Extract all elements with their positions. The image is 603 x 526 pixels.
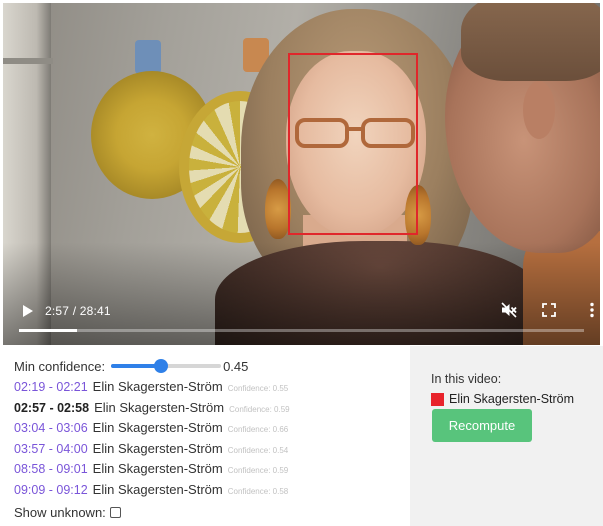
occurrence-row: 03:04 - 03:06 Elin Skagersten-Ström Conf… [14, 420, 412, 441]
in-video-title: In this video: [431, 372, 502, 386]
confidence-row: Min confidence: 0.45 [14, 357, 412, 375]
occurrence-list: 02:19 - 02:21 Elin Skagersten-Ström Conf… [14, 379, 412, 502]
mute-button[interactable] [500, 301, 518, 319]
occurrence-confidence: Confidence: 0.59 [229, 404, 290, 414]
occurrence-confidence: Confidence: 0.55 [227, 384, 289, 393]
occurrence-time-link[interactable]: 03:04 - 03:06 [14, 421, 88, 435]
video-progress-bar[interactable] [19, 329, 584, 332]
fullscreen-button[interactable] [540, 301, 558, 319]
show-unknown-label: Show unknown: [14, 504, 106, 520]
in-video-person-name: Elin Skagersten-Ström [449, 392, 575, 406]
play-button[interactable] [19, 303, 35, 319]
occurrence-person-name: Elin Skagersten-Ström [92, 379, 223, 394]
occurrence-time-link[interactable]: 08:58 - 09:01 [14, 462, 88, 476]
volume-muted-icon [501, 302, 517, 318]
play-icon [23, 305, 33, 317]
occurrence-row: 08:58 - 09:01 Elin Skagersten-Ström Conf… [14, 461, 412, 482]
occurrence-confidence: Confidence: 0.59 [227, 466, 289, 475]
confidence-label: Min confidence: [14, 358, 106, 374]
occurrence-row: 02:57 - 02:58 Elin Skagersten-Ström Conf… [14, 400, 412, 421]
occurrence-person-name: Elin Skagersten-Ström [92, 481, 223, 497]
video-progress-fill [19, 329, 78, 332]
occurrence-row: 03:57 - 04:00 Elin Skagersten-Ström Conf… [14, 441, 412, 462]
occurrence-person-name: Elin Skagersten-Ström [92, 440, 223, 456]
occurrences-panel: Min confidence: 0.45 02:19 - 02:21 Elin … [14, 357, 412, 521]
person-color-swatch [431, 392, 444, 406]
occurrence-time-link[interactable]: 03:57 - 04:00 [14, 442, 88, 456]
occurrence-confidence: Confidence: 0.66 [227, 425, 289, 434]
time-display: 2:57 / 28:41 [45, 304, 111, 318]
occurrence-time-link[interactable]: 09:09 - 09:12 [14, 483, 88, 497]
occurrence-row: 09:09 - 09:12 Elin Skagersten-Ström Conf… [14, 482, 412, 503]
occurrence-row: 02:19 - 02:21 Elin Skagersten-Ström Conf… [14, 379, 412, 400]
occurrence-time-link[interactable]: 02:57 - 02:58 [14, 401, 89, 415]
confidence-slider[interactable] [111, 358, 222, 374]
in-video-panel: In this video: Elin Skagersten-Ström Rec… [410, 346, 603, 526]
occurrence-person-name: Elin Skagersten-Ström [92, 461, 223, 476]
video-player[interactable]: 2:57 / 28:41 [3, 3, 600, 345]
video-controls: 2:57 / 28:41 [3, 295, 600, 345]
in-video-person: Elin Skagersten-Ström [431, 391, 574, 407]
show-unknown-checkbox[interactable] [109, 506, 121, 518]
occurrence-person-name: Elin Skagersten-Ström [92, 420, 223, 435]
show-unknown-row: Show unknown: [14, 503, 412, 521]
fullscreen-icon [542, 303, 556, 317]
occurrence-confidence: Confidence: 0.58 [227, 486, 289, 496]
occurrence-time-link[interactable]: 02:19 - 02:21 [14, 380, 88, 394]
occurrence-confidence: Confidence: 0.54 [227, 445, 289, 455]
occurrence-person-name: Elin Skagersten-Ström [94, 399, 225, 415]
recompute-button[interactable]: Recompute [432, 409, 532, 442]
confidence-value: 0.45 [223, 358, 249, 374]
more-vertical-icon [590, 302, 594, 318]
slider-thumb[interactable] [153, 359, 168, 373]
face-detection-box [288, 53, 418, 235]
more-options-button[interactable] [583, 301, 600, 319]
